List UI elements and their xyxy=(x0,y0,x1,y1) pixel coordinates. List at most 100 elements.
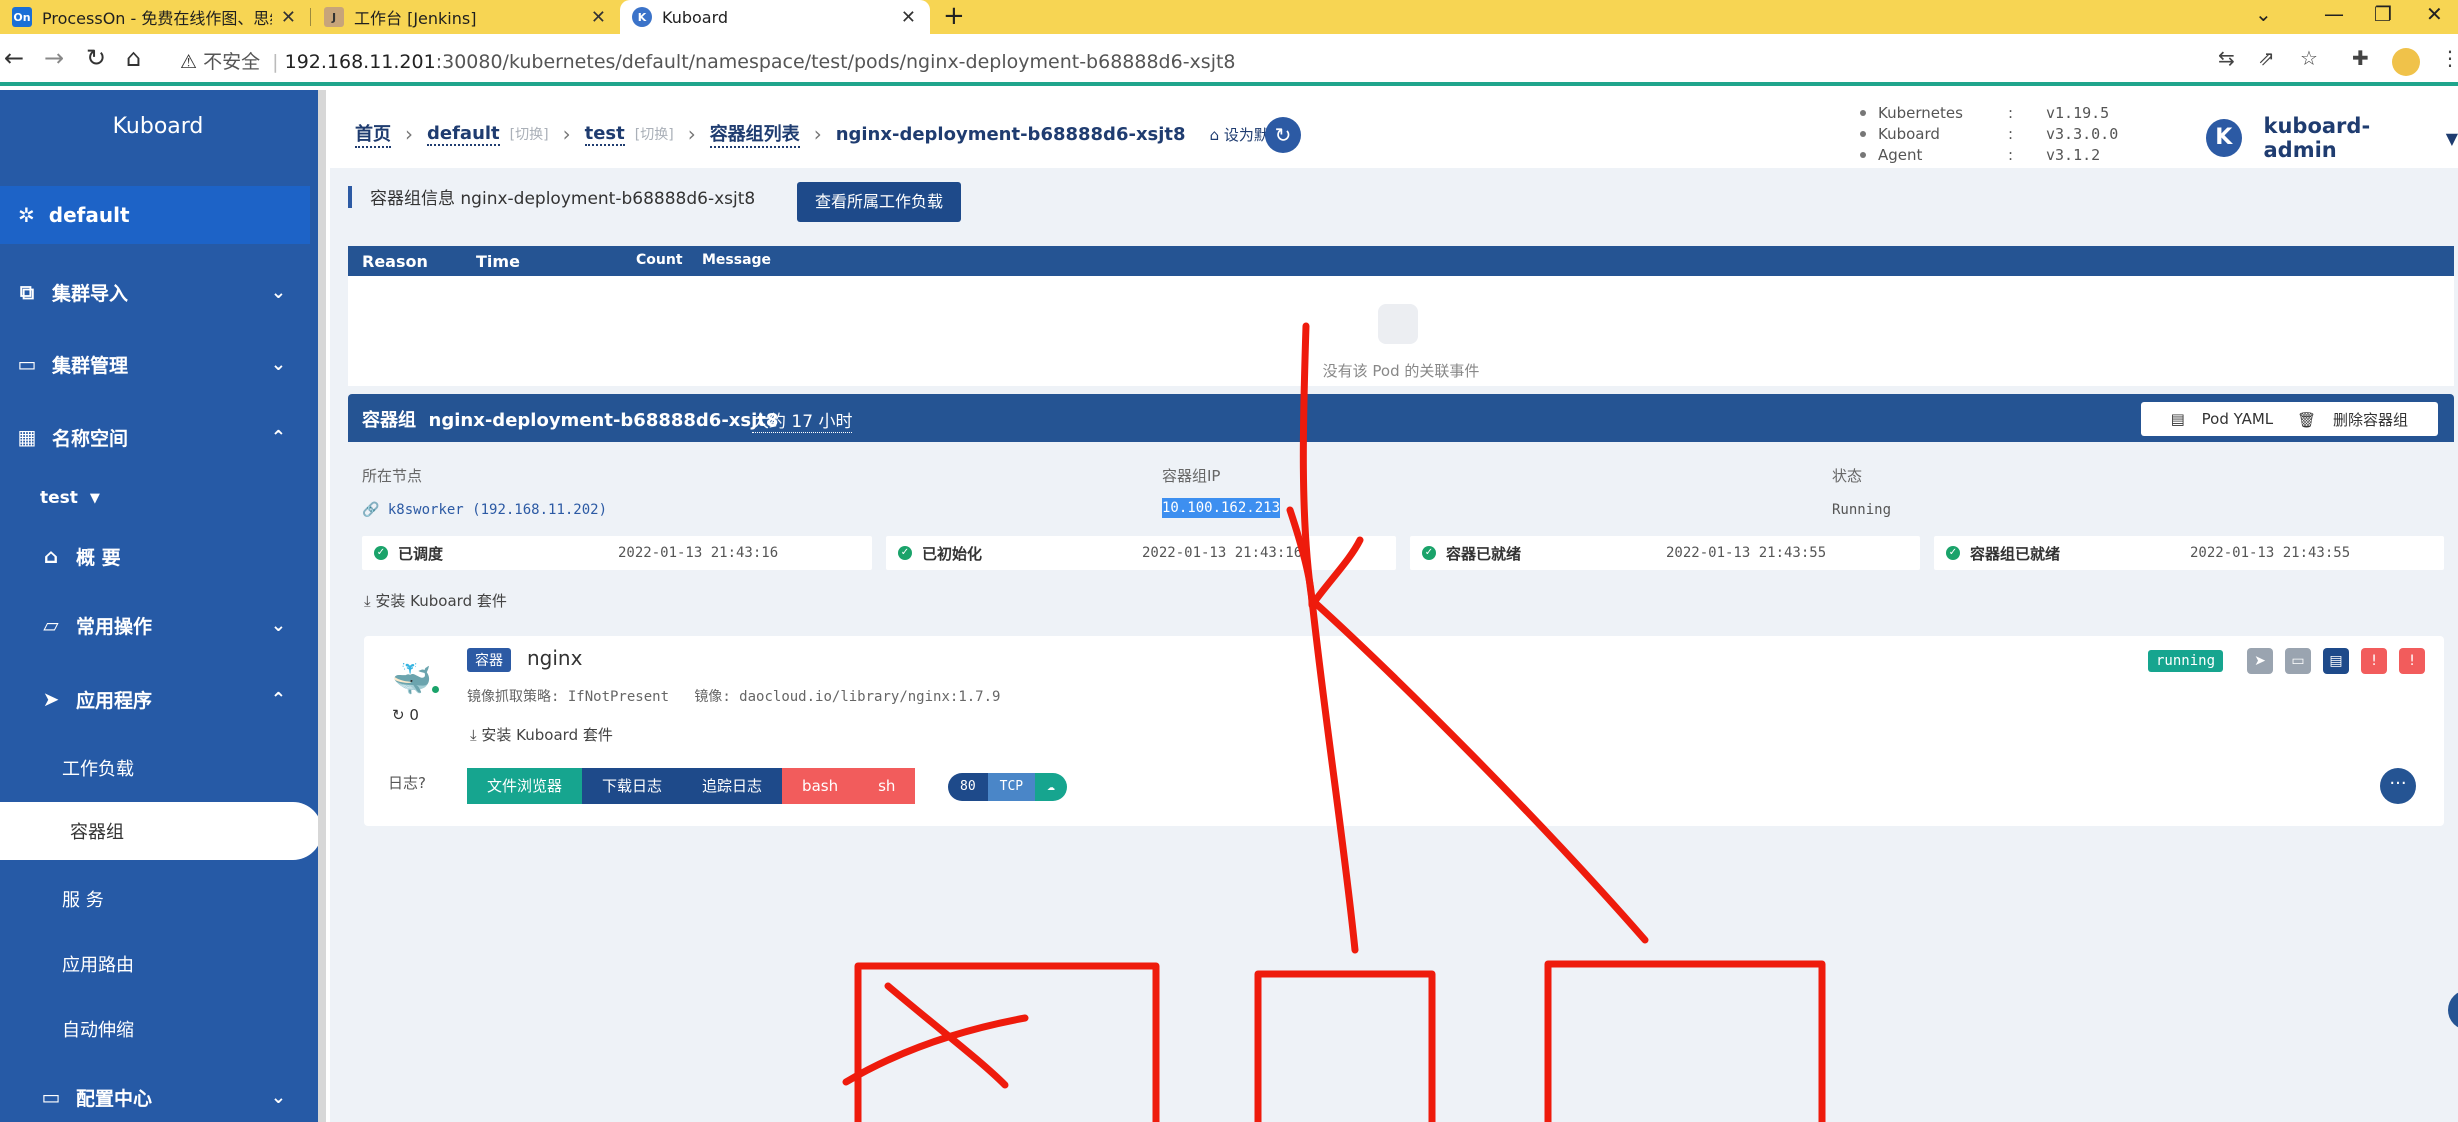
sidebar-item-workloads[interactable]: 工作负载 xyxy=(62,755,134,781)
sidebar-item-services[interactable]: 服 务 xyxy=(62,886,104,912)
window-close-icon[interactable]: ✕ xyxy=(2426,0,2443,28)
switch-namespace-link[interactable]: [切换] xyxy=(635,124,674,144)
chevron-right-icon: › xyxy=(405,122,413,146)
namespace-name: test xyxy=(40,488,78,508)
version-name: Kubernetes xyxy=(1878,103,1963,122)
view-workload-button[interactable]: 查看所属工作负载 xyxy=(797,182,961,222)
condition-scheduled: ✓ 已调度 2022-01-13 21:43:16 xyxy=(362,536,872,570)
status-dot xyxy=(432,686,439,693)
breadcrumb-home[interactable]: 首页 xyxy=(355,120,391,148)
column-header: Reason xyxy=(362,252,428,271)
sidebar-item-label: 集群导入 xyxy=(52,282,129,305)
extensions-icon[interactable]: ✚ xyxy=(2352,46,2369,70)
image-value: daocloud.io/library/nginx:1.7.9 xyxy=(739,689,1001,705)
sidebar-item-label: 名称空间 xyxy=(52,427,129,450)
network-icon[interactable]: ☁ xyxy=(1035,773,1067,801)
restore-icon[interactable]: ❐ xyxy=(2374,0,2392,28)
terminal-icon[interactable]: ▭ xyxy=(2285,648,2312,674)
reload-icon[interactable]: ↻ xyxy=(86,44,106,72)
tab-jenkins[interactable]: J 工作台 [Jenkins] ✕ xyxy=(312,0,620,34)
delete-pod-button[interactable]: 🗑 删除容器组 xyxy=(2291,409,2414,430)
container-meta: 镜像抓取策略: IfNotPresent 镜像: daocloud.io/lib… xyxy=(467,689,1001,705)
translate-icon[interactable]: ⇆ xyxy=(2218,46,2235,70)
sidebar-item-ingress[interactable]: 应用路由 xyxy=(62,951,134,977)
node-link[interactable]: 🔗 k8sworker (192.168.11.202) xyxy=(362,502,607,518)
chevron-down-icon: ⌄ xyxy=(270,1086,286,1108)
cluster-selector[interactable]: ✲ default xyxy=(0,186,310,244)
sidebar-item-common-ops[interactable]: ▱ 常用操作 ⌄ xyxy=(0,605,316,645)
tab-processon[interactable]: On ProcessOn - 免费在线作图、思维 ✕ xyxy=(0,0,310,34)
condition-name: 容器已就绪 xyxy=(1446,544,1522,563)
install-suite-label: 安装 Kuboard 套件 xyxy=(375,592,507,610)
user-menu[interactable]: K kuboard-admin ▼ xyxy=(2206,114,2458,162)
home-icon[interactable]: ⌂ xyxy=(126,44,141,72)
container-install-suite-link[interactable]: ⤓ 安装 Kuboard 套件 xyxy=(470,724,613,745)
refresh-button[interactable]: ↻ xyxy=(1265,117,1301,153)
back-icon[interactable]: ← xyxy=(4,44,24,72)
brand-logo: Kuboard xyxy=(112,114,204,139)
share-icon[interactable]: ⇗ xyxy=(2258,46,2275,70)
browser-menu-icon[interactable]: ⋮ xyxy=(2440,46,2458,70)
breadcrumb-cluster[interactable]: default xyxy=(427,123,500,146)
install-suite-link[interactable]: ⤓ 安装 Kuboard 套件 xyxy=(364,590,507,611)
more-actions-button[interactable]: ··· xyxy=(2380,768,2416,804)
check-circle-icon: ✓ xyxy=(374,546,388,560)
node-value: k8sworker (192.168.11.202) xyxy=(387,502,608,518)
sh-button[interactable]: sh xyxy=(858,768,916,804)
close-tab-icon[interactable]: ✕ xyxy=(591,7,606,28)
home-icon: ⌂ xyxy=(1209,125,1224,144)
download-log-button[interactable]: 下载日志 xyxy=(582,768,683,804)
breadcrumb: 首页 › default [切换] › test [切换] › 容器组列表 › … xyxy=(355,120,1299,148)
close-tab-icon[interactable]: ✕ xyxy=(901,7,916,28)
status-label: 状态 xyxy=(1832,467,1863,485)
pull-policy-label: 镜像抓取策略 xyxy=(467,689,551,705)
bookmark-star-icon[interactable]: ☆ xyxy=(2300,46,2318,70)
alert-icon[interactable]: ! xyxy=(2361,648,2388,674)
pod-name: nginx-deployment-b68888d6-xsjt8 xyxy=(428,410,779,431)
send-icon[interactable]: ➤ xyxy=(2247,648,2274,674)
sidebar-item-pods[interactable]: 容器组 xyxy=(0,802,322,860)
pod-actions: ▤ Pod YAML 🗑 删除容器组 xyxy=(2140,402,2438,436)
sidebar-item-cluster-manage[interactable]: ▭ 集群管理 ⌄ xyxy=(0,344,316,384)
namespace-selector[interactable]: test ▼ xyxy=(0,478,316,518)
database-icon[interactable]: ▤ xyxy=(2323,648,2350,674)
profile-avatar-icon[interactable] xyxy=(2392,48,2420,76)
sidebar-item-cluster-import[interactable]: ⧉ 集群导入 ⌄ xyxy=(0,272,316,312)
switch-cluster-link[interactable]: [切换] xyxy=(510,124,549,144)
tail-log-button[interactable]: 追踪日志 xyxy=(682,768,783,804)
pod-ip-value: 10.100.162.213 xyxy=(1162,498,1281,518)
sidebar-item-apps[interactable]: ➤ 应用程序 ⌃ xyxy=(0,679,316,719)
column-header: Count xyxy=(636,252,683,268)
chevron-down-icon: ⌄ xyxy=(270,614,286,636)
trash-icon: 🗑 xyxy=(2297,410,2321,429)
minimize-icon[interactable]: — xyxy=(2324,0,2344,28)
forward-icon[interactable]: → xyxy=(44,44,64,72)
chevron-up-icon: ⌃ xyxy=(270,426,286,448)
url-host: 192.168.11.201 xyxy=(284,51,436,73)
sidebar: Kuboard ✲ default ⧉ 集群导入 ⌄ ▭ 集群管理 ⌄ ▦ 名称… xyxy=(0,90,326,1122)
pod-info-heading: 容器组信息 nginx-deployment-b68888d6-xsjt8 xyxy=(348,184,755,209)
url-field[interactable]: ⚠ 不安全 | 192.168.11.201:30080/kubernetes/… xyxy=(180,47,1236,74)
restart-count: ↻ 0 xyxy=(392,706,419,724)
sidebar-item-autoscale[interactable]: 自动伸缩 xyxy=(62,1016,134,1042)
sidebar-item-config[interactable]: ▭ 配置中心 ⌄ xyxy=(0,1077,316,1117)
bash-button[interactable]: bash xyxy=(782,768,859,804)
file-browser-button[interactable]: 文件浏览器 xyxy=(467,768,583,804)
pod-yaml-button[interactable]: ▤ Pod YAML xyxy=(2165,410,2280,428)
sidebar-item-namespace[interactable]: ▦ 名称空间 ⌃ xyxy=(0,417,316,457)
sidebar-scrollbar[interactable] xyxy=(318,90,326,1122)
warning-circle-icon[interactable]: ! xyxy=(2399,648,2426,674)
empty-message: 没有该 Pod 的关联事件 xyxy=(1322,362,1480,380)
breadcrumb-pod-list[interactable]: 容器组列表 xyxy=(709,120,800,148)
sidebar-item-overview[interactable]: ⌂ 概 要 xyxy=(0,536,316,576)
breadcrumb-namespace[interactable]: test xyxy=(584,123,625,146)
close-tab-icon[interactable]: ✕ xyxy=(281,7,296,28)
condition-name: 容器组已就绪 xyxy=(1970,544,2061,563)
new-tab-button[interactable]: + xyxy=(943,0,965,32)
condition-time: 2022-01-13 21:43:55 xyxy=(2190,545,2351,561)
tab-kuboard[interactable]: K Kuboard ✕ xyxy=(620,0,930,34)
tab-search-icon[interactable]: ⌄ xyxy=(2255,0,2272,28)
install-suite-label: 安装 Kuboard 套件 xyxy=(481,726,613,744)
condition-name: 已调度 xyxy=(398,544,444,563)
condition-time: 2022-01-13 21:43:16 xyxy=(618,545,779,561)
